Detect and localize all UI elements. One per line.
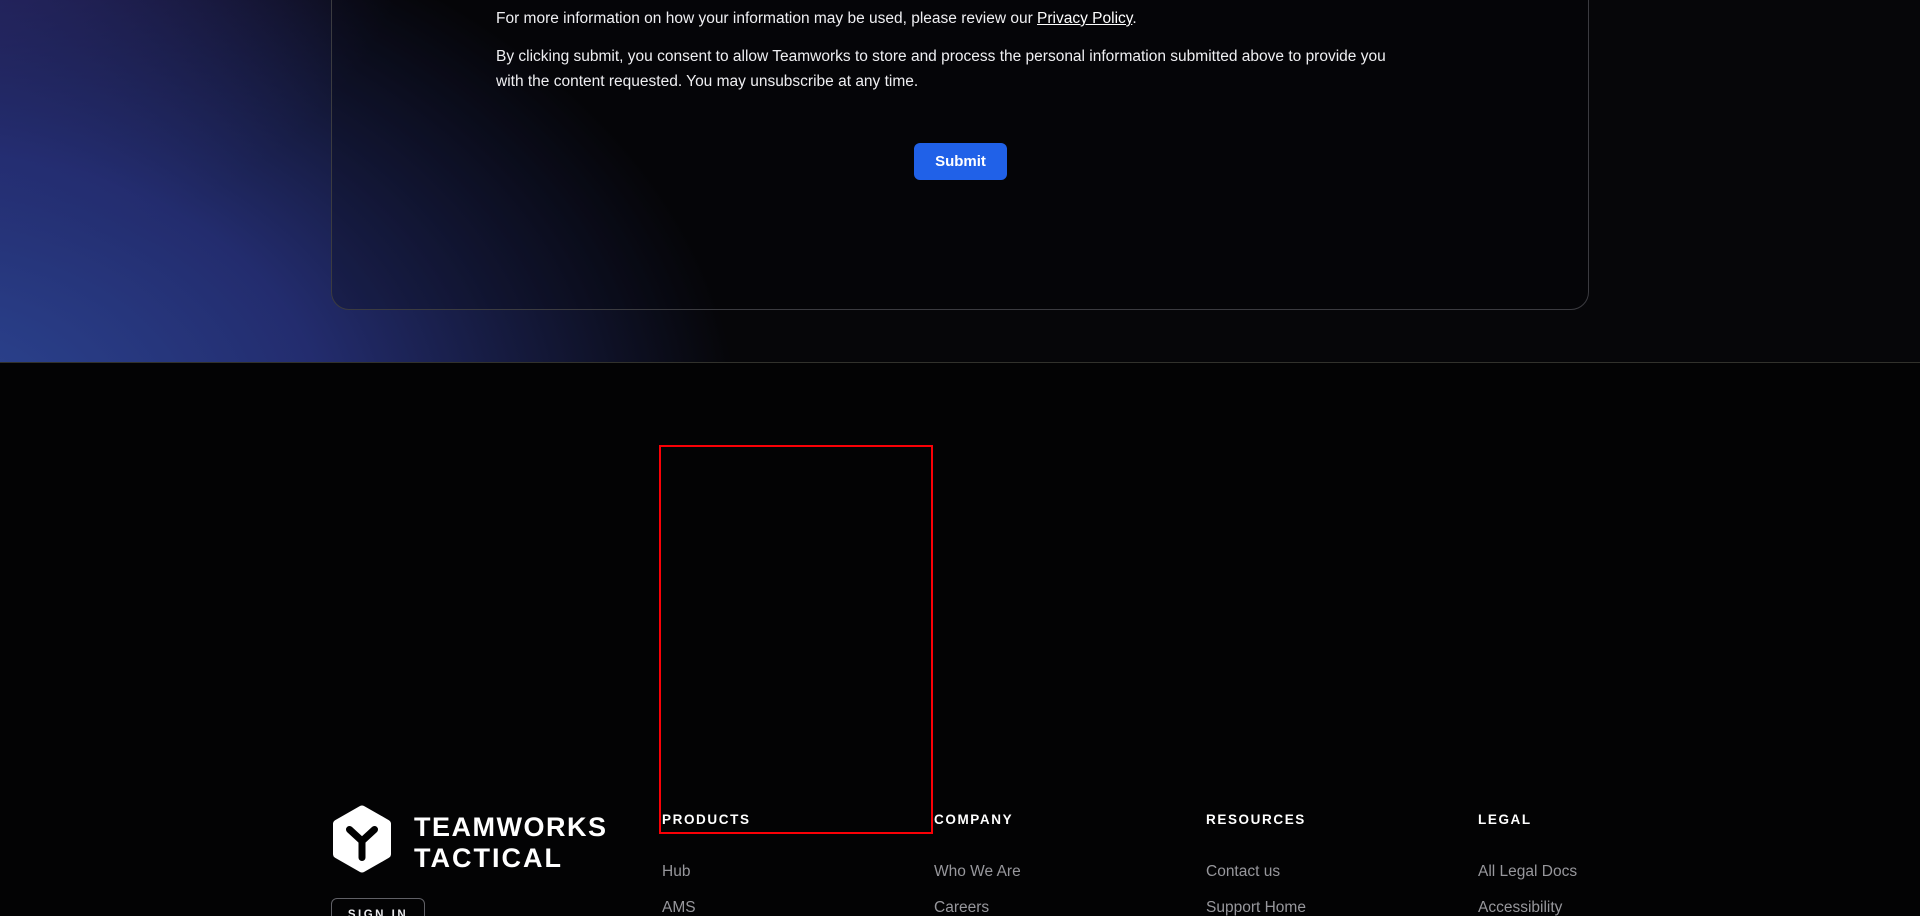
- privacy-note-text: For more information on how your informa…: [496, 10, 1037, 27]
- footer-column-company: COMPANY Who We Are Careers: [934, 812, 1194, 916]
- brand-wordmark: TEAMWORKS TACTICAL: [414, 812, 607, 874]
- brand-logo[interactable]: TEAMWORKS TACTICAL: [330, 804, 607, 881]
- column-title-resources: RESOURCES: [1206, 812, 1466, 827]
- column-title-legal: LEGAL: [1478, 812, 1738, 827]
- footer-link-all-legal-docs[interactable]: All Legal Docs: [1478, 864, 1738, 880]
- column-title-products: PRODUCTS: [662, 812, 922, 827]
- footer-link-accessibility[interactable]: Accessibility: [1478, 900, 1738, 916]
- footer-link-support-home[interactable]: Support Home: [1206, 900, 1466, 916]
- footer-link-hub[interactable]: Hub: [662, 864, 922, 880]
- hero-section: For more information on how your informa…: [0, 0, 1920, 362]
- privacy-note: For more information on how your informa…: [496, 6, 1388, 31]
- footer-link-careers[interactable]: Careers: [934, 900, 1194, 916]
- footer-section: TEAMWORKS TACTICAL SIGN IN (202) 875-893…: [0, 362, 1920, 916]
- footer-column-legal: LEGAL All Legal Docs Accessibility Priva…: [1478, 812, 1738, 916]
- brand-name-line1: TEAMWORKS: [414, 812, 607, 843]
- privacy-note-suffix: .: [1132, 10, 1136, 27]
- teamworks-hexagon-logo-icon: [330, 804, 394, 881]
- submit-button[interactable]: Submit: [914, 143, 1007, 180]
- footer-column-resources: RESOURCES Contact us Support Home Learni…: [1206, 812, 1466, 916]
- footer-link-contact-us[interactable]: Contact us: [1206, 864, 1466, 880]
- consent-note: By clicking submit, you consent to allow…: [496, 44, 1388, 94]
- footer-column-products: PRODUCTS Hub AMS Nutrition: [662, 812, 922, 916]
- form-legal-copy: For more information on how your informa…: [496, 6, 1388, 94]
- privacy-policy-link[interactable]: Privacy Policy: [1037, 10, 1132, 27]
- brand-name-line2: TACTICAL: [414, 843, 607, 874]
- footer-link-who-we-are[interactable]: Who We Are: [934, 864, 1194, 880]
- column-title-company: COMPANY: [934, 812, 1194, 827]
- sign-in-button[interactable]: SIGN IN: [331, 898, 425, 916]
- footer-link-ams[interactable]: AMS: [662, 900, 922, 916]
